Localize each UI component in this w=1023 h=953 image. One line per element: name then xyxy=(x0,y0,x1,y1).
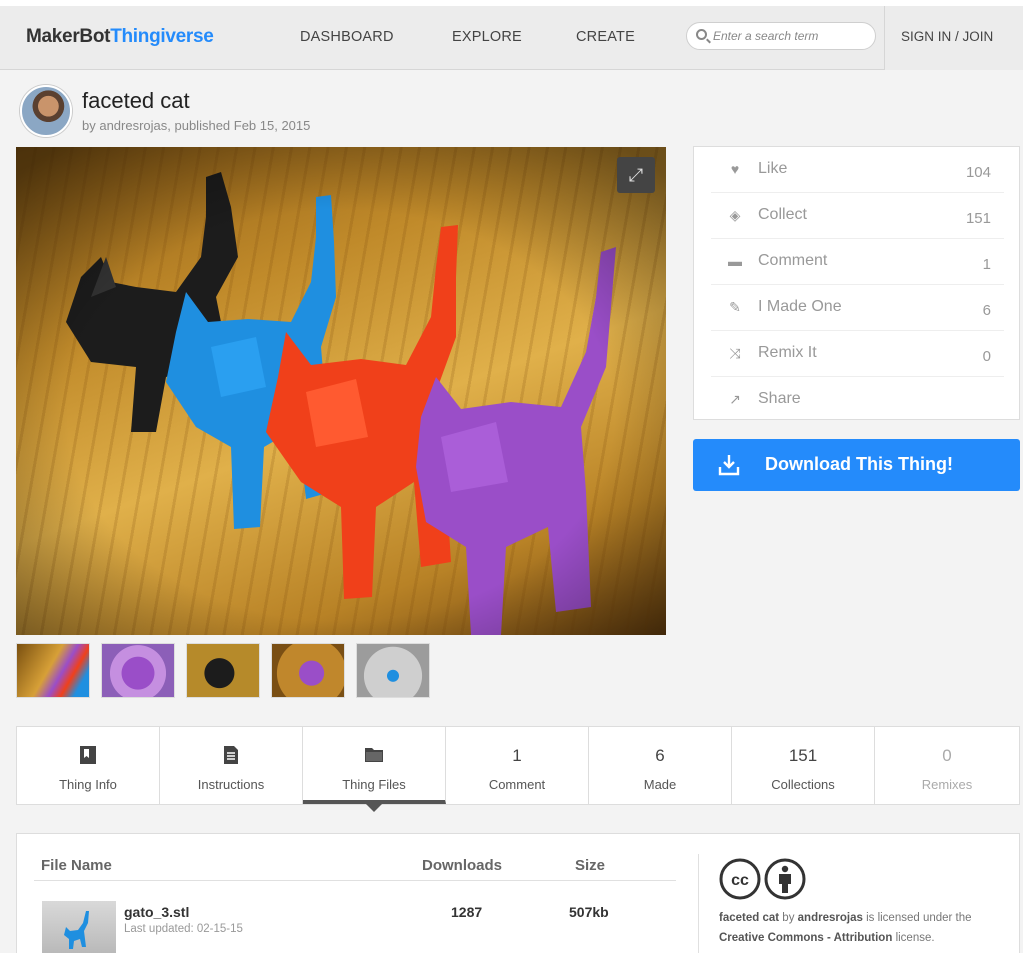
tab-instructions[interactable]: Instructions xyxy=(160,727,303,804)
logo-makerbot: MakerBot xyxy=(26,26,111,47)
header-downloads: Downloads xyxy=(422,857,503,874)
search-box xyxy=(686,22,876,50)
collect-icon: ◈ xyxy=(729,207,741,223)
tab-comment[interactable]: 1 Comment xyxy=(446,727,589,804)
thumbnail-1[interactable] xyxy=(16,643,90,698)
svg-text:cc: cc xyxy=(731,872,749,889)
tab-thing-files[interactable]: Thing Files xyxy=(303,727,446,812)
license-end: license. xyxy=(895,932,935,944)
heart-icon: ♥ xyxy=(730,161,740,177)
license-author-link[interactable]: andresrojas xyxy=(798,912,863,924)
tab-thing-info[interactable]: Thing Info xyxy=(17,727,160,804)
nav-create[interactable]: CREATE xyxy=(576,29,635,45)
tab-label: Thing Info xyxy=(59,777,117,792)
stat-collect[interactable]: ◈ Collect 151 xyxy=(711,193,1004,239)
expand-icon[interactable]: ⤢ xyxy=(617,157,655,193)
cats-photo xyxy=(16,147,666,635)
file-size: 507kb xyxy=(569,904,609,920)
stat-count: 6 xyxy=(982,302,991,319)
license-text: faceted cat by andresrojas is licensed u… xyxy=(719,908,1009,948)
tab-label: Thing Files xyxy=(342,777,406,792)
comment-icon: ▬ xyxy=(728,253,742,269)
header-file-name: File Name xyxy=(41,857,112,874)
stat-count: 0 xyxy=(982,348,991,365)
download-label: Download This Thing! xyxy=(765,454,953,474)
tab-made[interactable]: 6 Made xyxy=(589,727,732,804)
stat-count: 104 xyxy=(965,164,991,181)
stat-label: I Made One xyxy=(758,298,842,315)
stat-comment[interactable]: ▬ Comment 1 xyxy=(711,239,1004,285)
page-title: faceted cat xyxy=(82,88,190,113)
stat-label: Share xyxy=(758,390,801,407)
files-panel: File Name Downloads Size gato_3.stl Last… xyxy=(16,833,1020,953)
stat-count: 151 xyxy=(965,210,991,227)
top-nav: MakerBotThingiverse DASHBOARD EXPLORE CR… xyxy=(0,0,1023,70)
stat-label: Collect xyxy=(758,206,807,223)
file-preview xyxy=(64,911,89,949)
license-name-link[interactable]: Creative Commons - Attribution xyxy=(719,932,892,944)
main-image[interactable] xyxy=(16,147,666,635)
stat-label: Like xyxy=(758,160,788,177)
tab-label: Remixes xyxy=(921,777,973,792)
header-size: Size xyxy=(575,857,606,874)
share-icon: ↗ xyxy=(729,391,741,407)
thumbnail-3[interactable] xyxy=(186,643,260,698)
tab-label: Comment xyxy=(488,777,546,792)
signin-link[interactable]: SIGN IN / JOIN xyxy=(901,29,993,44)
tab-collections[interactable]: 151 Collections xyxy=(732,727,875,804)
thumbnail-4[interactable] xyxy=(271,643,345,698)
file-downloads: 1287 xyxy=(451,904,483,920)
tab-count: 0 xyxy=(942,746,952,765)
search-icon[interactable] xyxy=(696,29,707,40)
license-mid: is licensed under the xyxy=(866,912,972,924)
instructions-icon xyxy=(160,745,302,767)
download-icon xyxy=(718,455,740,476)
tab-label: Made xyxy=(643,777,677,792)
tab-count: 6 xyxy=(655,746,665,765)
vertical-divider xyxy=(698,854,699,953)
tab-count: 151 xyxy=(788,746,818,765)
thing-info-icon xyxy=(17,745,159,767)
stat-like[interactable]: ♥ Like 104 xyxy=(711,147,1004,193)
tab-label: Collections xyxy=(771,777,835,792)
remix-icon: ⤨ xyxy=(729,345,741,361)
search-input[interactable] xyxy=(713,27,868,45)
file-thumbnail[interactable] xyxy=(42,901,116,953)
stat-label: Comment xyxy=(758,252,828,269)
stat-made[interactable]: ✎ I Made One 6 xyxy=(711,285,1004,331)
cc-by-icon[interactable]: cc xyxy=(719,857,809,901)
thing-tabs: Thing Info Instructions Thing Files 1 Co… xyxy=(16,726,1020,812)
stat-share[interactable]: ↗ Share xyxy=(711,377,1004,423)
download-button[interactable]: Download This Thing! xyxy=(693,439,1020,491)
file-updated: Last updated: 02-15-15 xyxy=(124,923,243,935)
tab-remixes[interactable]: 0 Remixes xyxy=(875,727,1019,804)
avatar[interactable] xyxy=(20,85,72,137)
tab-count: 1 xyxy=(512,746,522,765)
stats-panel: ♥ Like 104 ◈ Collect 151 ▬ Comment 1 ✎ I… xyxy=(693,146,1020,420)
license-thing-link[interactable]: faceted cat xyxy=(719,912,779,924)
nav-dashboard[interactable]: DASHBOARD xyxy=(300,29,394,45)
file-name[interactable]: gato_3.stl xyxy=(124,904,189,920)
stat-remix[interactable]: ⤨ Remix It 0 xyxy=(711,331,1004,377)
thumbnail-2[interactable] xyxy=(101,643,175,698)
thumbnail-5[interactable] xyxy=(356,643,430,698)
tab-label: Instructions xyxy=(197,777,265,792)
signin-area: SIGN IN / JOIN xyxy=(884,6,1023,70)
stat-label: Remix It xyxy=(758,344,817,361)
logo-thingiverse: Thingiverse xyxy=(110,26,214,47)
nav-explore[interactable]: EXPLORE xyxy=(452,29,522,45)
stat-count: 1 xyxy=(982,256,991,273)
thing-files-icon xyxy=(303,745,445,767)
divider xyxy=(34,880,676,881)
made-icon: ✎ xyxy=(729,299,741,315)
license-by: by xyxy=(782,912,795,924)
logo[interactable]: MakerBotThingiverse xyxy=(26,26,214,48)
byline: by andresrojas, published Feb 15, 2015 xyxy=(82,118,311,133)
